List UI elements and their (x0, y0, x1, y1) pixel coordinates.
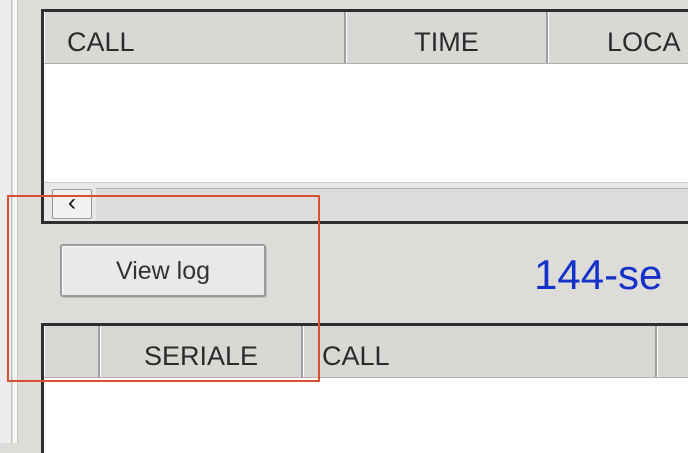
column-header-call[interactable]: CALL (44, 12, 346, 63)
frequency-band-label: 144-se (534, 251, 663, 298)
column-header-call-serial[interactable]: CALL (303, 326, 657, 377)
column-header-next[interactable] (657, 326, 688, 377)
scrollbar-track[interactable] (96, 188, 688, 221)
serial-grid[interactable]: SERIALE CALL (41, 323, 688, 453)
left-splitter[interactable] (13, 0, 18, 443)
column-header-locator[interactable]: LOCA (548, 12, 688, 63)
log-grid-header: CALL TIME LOCA (44, 12, 688, 64)
serial-grid-header: SERIALE CALL (44, 326, 688, 378)
column-header-time[interactable]: TIME (346, 12, 548, 63)
column-header-seriale[interactable]: SERIALE (100, 326, 303, 377)
scroll-left-arrow-icon[interactable]: ‹ (52, 189, 92, 219)
left-window-edge (0, 0, 12, 443)
qso-log-grid[interactable]: CALL TIME LOCA ‹ (41, 9, 688, 224)
view-log-button[interactable]: View log (60, 244, 266, 297)
row-selector-header[interactable] (44, 326, 100, 377)
log-grid-horizontal-scrollbar[interactable]: ‹ (44, 182, 688, 221)
